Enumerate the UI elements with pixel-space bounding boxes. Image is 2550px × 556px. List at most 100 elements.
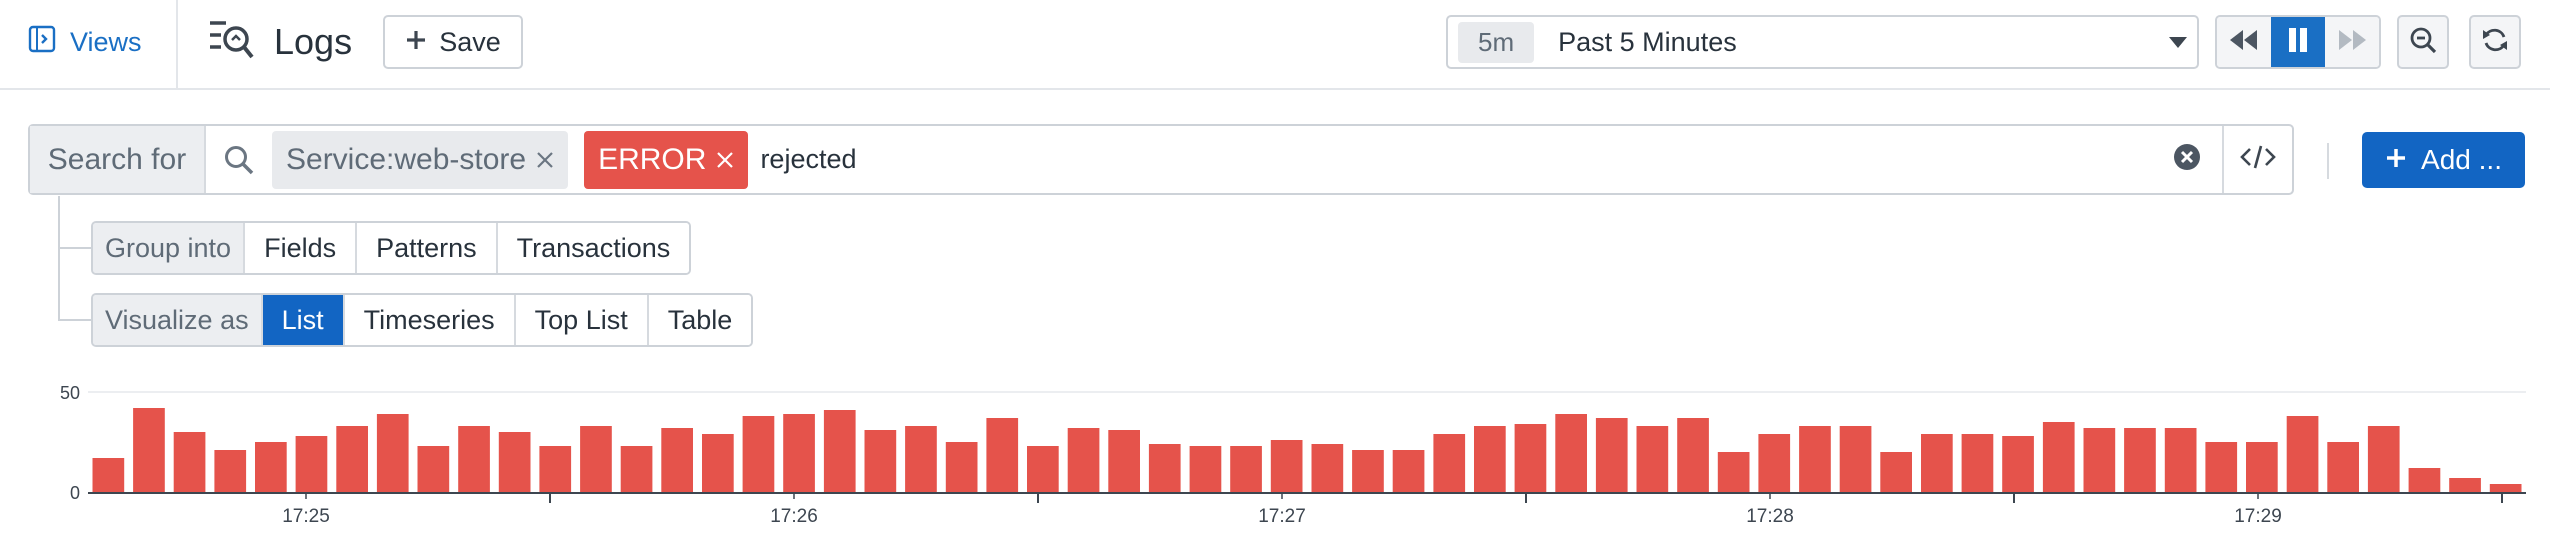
chart-bar[interactable]	[1474, 426, 1506, 492]
chart-bar[interactable]	[1352, 450, 1384, 492]
views-button[interactable]: Views	[28, 22, 142, 62]
chart-bar[interactable]	[1392, 450, 1425, 492]
chart-bar[interactable]	[2042, 422, 2075, 492]
chart-bar[interactable]	[1148, 444, 1181, 492]
chart-bar[interactable]	[539, 446, 572, 492]
pause-icon	[2287, 27, 2309, 58]
chart-bar[interactable]	[2367, 426, 2400, 492]
chart-bar[interactable]	[1555, 414, 1587, 492]
search-tag-service[interactable]: Service:web-store	[272, 130, 569, 189]
chart-bar[interactable]	[2083, 428, 2116, 492]
chart-bar[interactable]	[214, 450, 247, 492]
chart-bar[interactable]	[864, 430, 897, 492]
time-range-label: Past 5 Minutes	[1558, 26, 1737, 57]
page-title-label: Logs	[274, 21, 353, 62]
chart-bar[interactable]	[458, 426, 490, 492]
group-option-patterns[interactable]: Patterns	[357, 223, 498, 273]
x-tick-label: 17:29	[2234, 506, 2282, 527]
chart-bar[interactable]	[905, 426, 937, 492]
chart-bar[interactable]	[783, 414, 815, 492]
chart-bar[interactable]	[173, 432, 206, 492]
group-option-transactions[interactable]: Transactions	[497, 223, 690, 273]
chart-bar[interactable]	[742, 416, 775, 492]
tree-connector-branch	[58, 247, 92, 249]
visualize-option-list[interactable]: List	[262, 295, 345, 345]
chart-bar[interactable]	[336, 426, 368, 492]
search-tag-label: Service:web-store	[286, 142, 527, 176]
log-volume-chart: 0 50 17:25 17:26 17:27 17:28 17:29	[60, 383, 2526, 527]
search-input[interactable]	[756, 133, 2152, 186]
chart-bar[interactable]	[1514, 424, 1547, 492]
close-icon[interactable]	[716, 151, 734, 169]
visualize-option-timeseries[interactable]: Timeseries	[344, 295, 516, 345]
chart-bar[interactable]	[2408, 468, 2441, 492]
group-option-fields[interactable]: Fields	[245, 223, 358, 273]
chart-bar[interactable]	[2449, 478, 2481, 492]
chart-bar[interactable]	[92, 458, 125, 492]
chart-bar[interactable]	[133, 408, 165, 492]
rewind-icon	[2229, 29, 2259, 56]
chart-bar[interactable]	[1636, 426, 1669, 492]
chart-bar[interactable]	[295, 436, 328, 492]
refresh-button[interactable]	[2469, 15, 2521, 69]
chart-bar[interactable]	[702, 434, 734, 492]
y-tick-label: 50	[60, 383, 80, 403]
chart-bar[interactable]	[1270, 440, 1303, 492]
chart-bar[interactable]	[1595, 418, 1628, 492]
rewind-button[interactable]	[2217, 17, 2271, 67]
close-icon[interactable]	[536, 151, 554, 169]
pause-button[interactable]	[2271, 17, 2325, 67]
chart-bar[interactable]	[1799, 426, 1831, 492]
fast-forward-button[interactable]	[2325, 17, 2379, 67]
save-button[interactable]: Save	[383, 15, 523, 69]
chart-bar[interactable]	[2124, 428, 2156, 492]
playback-controls	[2215, 15, 2381, 69]
zoom-out-button[interactable]	[2397, 15, 2449, 69]
chart-bar[interactable]	[1961, 434, 1994, 492]
chart-bar[interactable]	[2327, 442, 2359, 492]
chart-bar[interactable]	[1921, 434, 1953, 492]
chart-bar[interactable]	[2286, 416, 2319, 492]
time-range-select[interactable]: 5m Past 5 Minutes	[1446, 15, 2199, 69]
refresh-icon	[2481, 26, 2509, 59]
chart-bar[interactable]	[945, 442, 978, 492]
chart-bar[interactable]	[2205, 442, 2238, 492]
chart-bar[interactable]	[661, 428, 693, 492]
chart-bar[interactable]	[1433, 434, 1466, 492]
chart-bar[interactable]	[620, 446, 653, 492]
chart-bar[interactable]	[986, 418, 1019, 492]
chart-bar[interactable]	[2164, 428, 2197, 492]
zoom-out-icon	[2409, 26, 2437, 59]
query-editor-toggle[interactable]	[2222, 126, 2292, 193]
chart-bar[interactable]	[823, 410, 856, 492]
visualize-option-top-list[interactable]: Top List	[515, 295, 649, 345]
chart-bar[interactable]	[1880, 452, 1912, 492]
x-tick-label: 17:27	[1258, 506, 1306, 527]
chart-bar[interactable]	[1758, 434, 1791, 492]
chart-bar[interactable]	[1230, 446, 1262, 492]
chart-bar[interactable]	[1189, 446, 1222, 492]
visualize-option-table[interactable]: Table	[648, 295, 752, 345]
chart-bar[interactable]	[580, 426, 612, 492]
clear-search-button[interactable]	[2152, 142, 2222, 177]
chart-bar[interactable]	[376, 414, 409, 492]
search-tag-status[interactable]: ERROR	[584, 130, 749, 189]
chart-bar[interactable]	[2489, 484, 2522, 492]
group-into-label: Group into	[93, 223, 246, 273]
chart-bar[interactable]	[1108, 430, 1140, 492]
chart-bar[interactable]	[1717, 452, 1750, 492]
toolbar-divider	[2327, 143, 2329, 179]
add-button[interactable]: Add ...	[2362, 132, 2525, 188]
chart-bar[interactable]	[2002, 436, 2034, 492]
chart-bar[interactable]	[498, 432, 531, 492]
chart-bar[interactable]	[2246, 442, 2278, 492]
x-tick-label: 17:26	[770, 506, 818, 527]
chart-bar[interactable]	[1677, 418, 1709, 492]
chart-bar[interactable]	[255, 442, 287, 492]
chart-bar[interactable]	[1067, 428, 1100, 492]
search-icon	[206, 144, 272, 176]
chart-bar[interactable]	[1027, 446, 1059, 492]
chart-bar[interactable]	[1311, 444, 1344, 492]
chart-bar[interactable]	[417, 446, 450, 492]
chart-bar[interactable]	[1839, 426, 1872, 492]
